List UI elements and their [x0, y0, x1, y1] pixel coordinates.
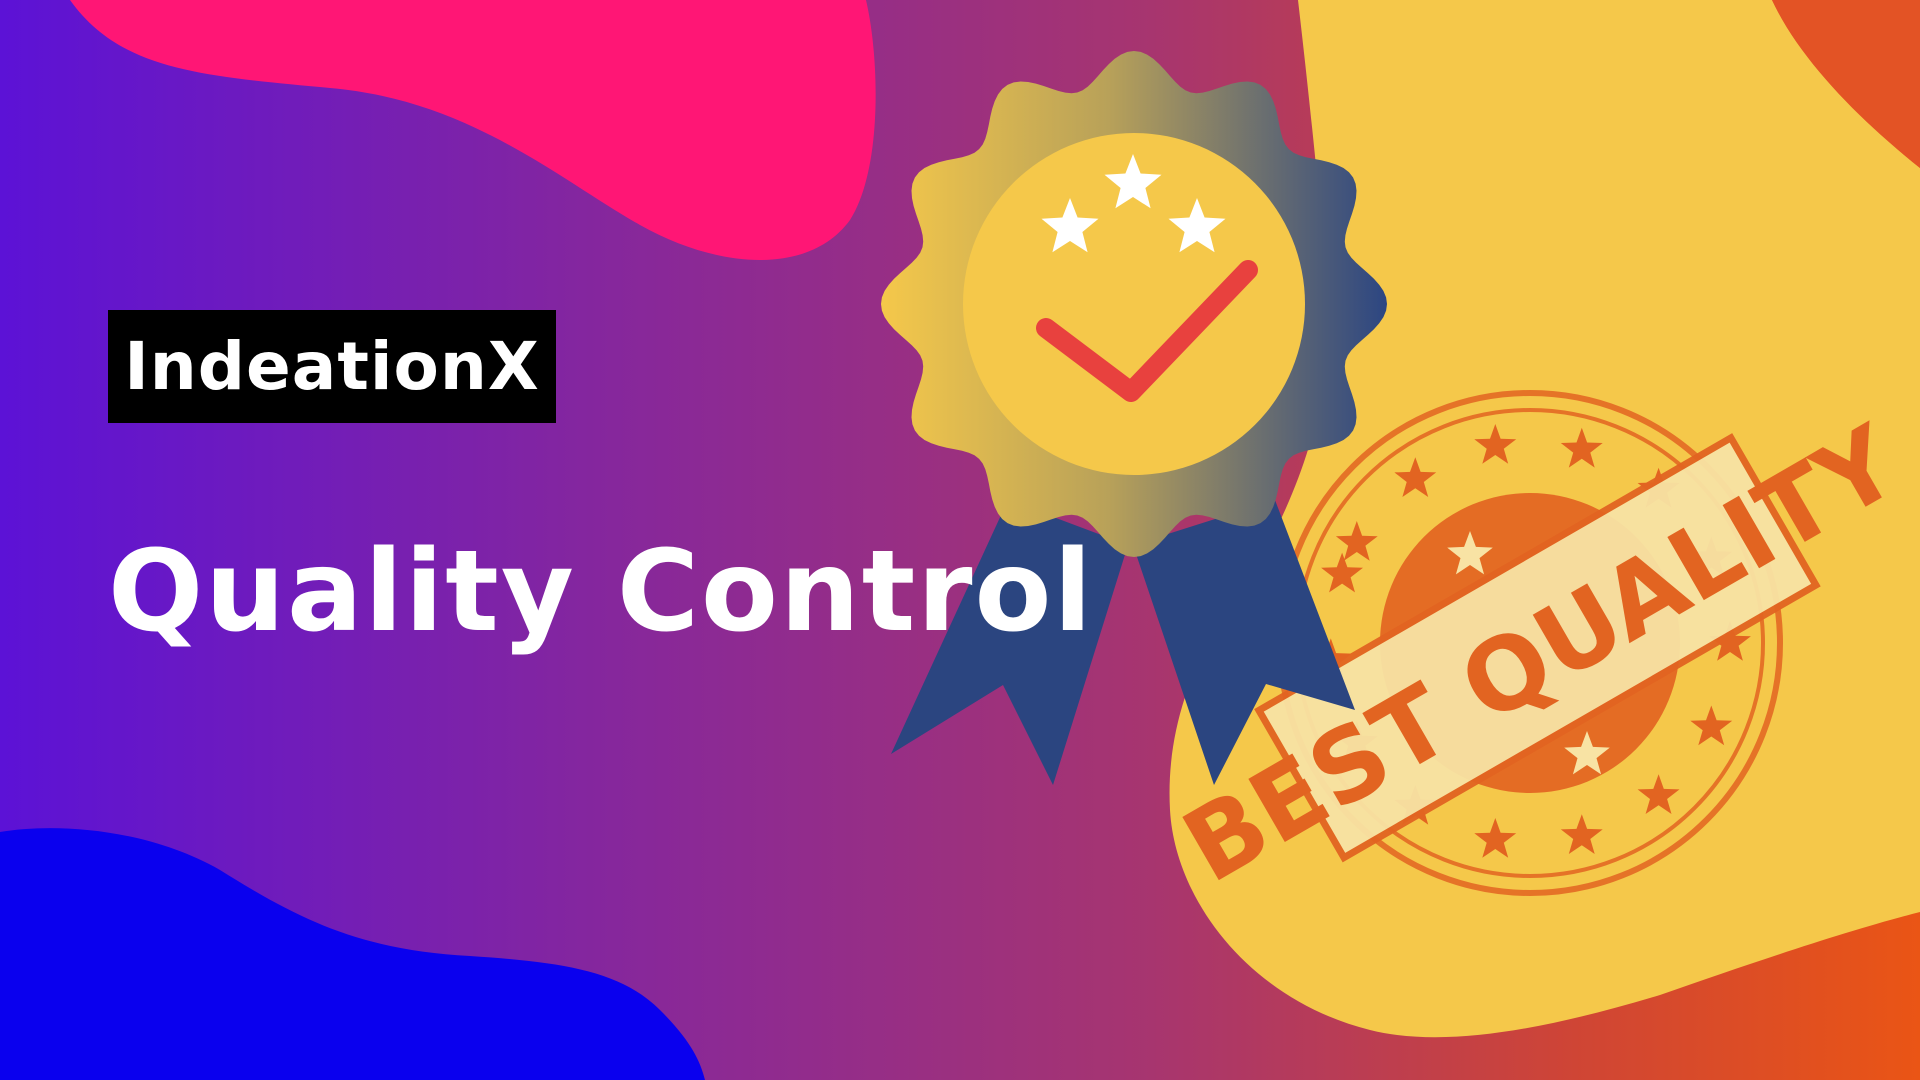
- banner: BEST QUALITY IndeationX Quality Control: [0, 0, 1920, 1080]
- page-title: Quality Control: [108, 527, 1094, 657]
- ribbon-icon: [1133, 500, 1355, 785]
- brand-logo: IndeationX: [108, 310, 556, 423]
- brand-name: IndeationX: [124, 328, 540, 405]
